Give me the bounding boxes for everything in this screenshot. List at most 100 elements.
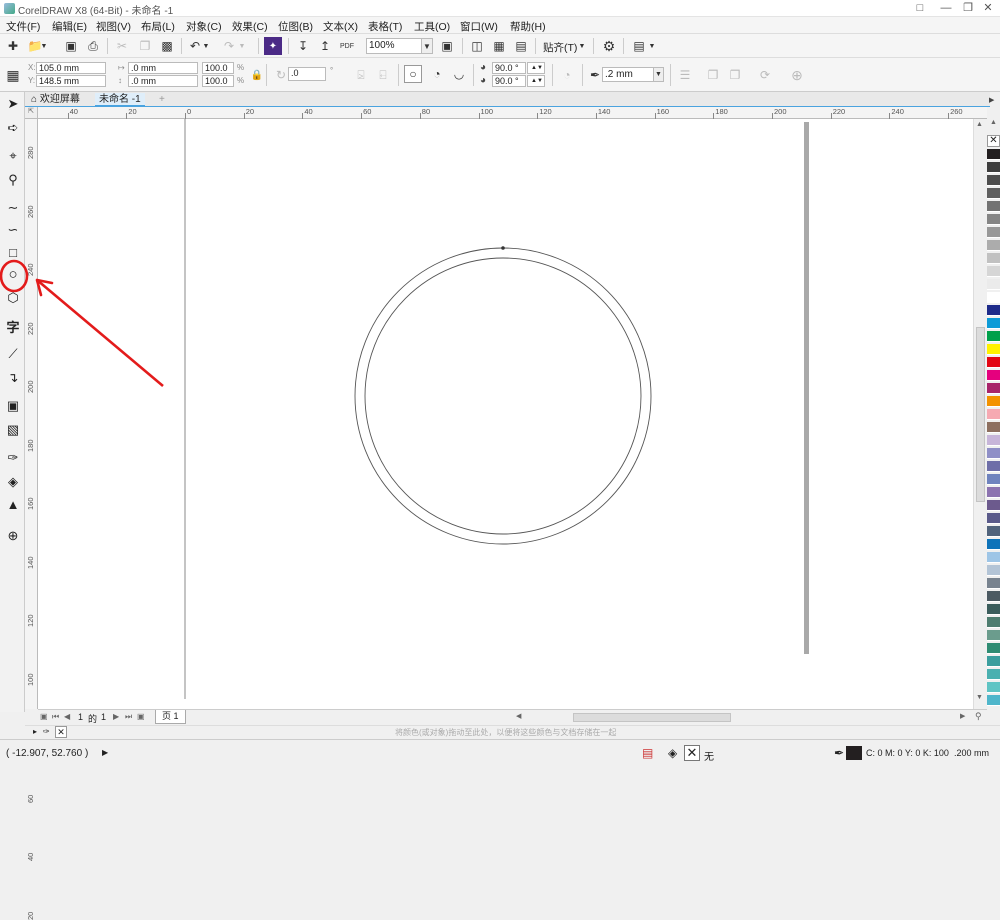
palette-scroll-up-icon[interactable]: ▲	[987, 119, 1000, 129]
palette-swatch[interactable]	[987, 318, 1000, 329]
color-proofing-icon[interactable]: ▤	[642, 746, 653, 760]
palette-swatch[interactable]	[987, 188, 1000, 199]
save-icon[interactable]: ▣	[62, 37, 80, 55]
change-direction-icon[interactable]: ◔	[558, 66, 576, 84]
publish-pdf-icon[interactable]: PDF	[338, 37, 356, 55]
show-rulers-icon[interactable]: ◫	[468, 37, 486, 55]
palette-swatch[interactable]	[987, 227, 1000, 238]
add-property-icon[interactable]: ⊕	[788, 66, 806, 84]
scale-x-field[interactable]: 100.0	[202, 62, 234, 74]
first-page-icon[interactable]: ⏮	[52, 712, 59, 722]
launcher-dropdown-icon[interactable]: ▼	[648, 37, 656, 55]
snap-to-button[interactable]: 贴齐(T)	[543, 40, 577, 55]
drawing-canvas[interactable]	[38, 119, 987, 709]
menu-layout[interactable]: 布局(L)	[141, 19, 175, 34]
options-gear-icon[interactable]: ⚙	[600, 37, 618, 55]
smart-fill-tool-icon[interactable]: ▲	[3, 494, 23, 514]
horizontal-ruler[interactable]: 40 20 0 20 40 60 80 100 120 140 160 180 200 220 240 260	[38, 107, 987, 119]
palette-swatch[interactable]	[987, 461, 1000, 472]
copy-icon[interactable]: ❐	[136, 37, 154, 55]
undo-dropdown-icon[interactable]: ▼	[202, 37, 210, 55]
menu-tools[interactable]: 工具(O)	[414, 19, 450, 34]
menu-window[interactable]: 窗口(W)	[460, 19, 498, 34]
object-height-field[interactable]: .0 mm	[128, 75, 198, 87]
scale-y-field[interactable]: 100.0	[202, 75, 234, 87]
palette-swatch[interactable]	[987, 591, 1000, 602]
fill-none-swatch[interactable]: ✕	[684, 745, 700, 761]
palette-swatch[interactable]	[987, 526, 1000, 537]
text-wrap-icon[interactable]: ☰	[676, 66, 694, 84]
next-page-icon[interactable]: ▶	[113, 712, 119, 721]
zoom-dropdown-icon[interactable]: ▼	[421, 38, 433, 54]
ruler-origin[interactable]: ⇱	[25, 107, 38, 119]
show-grid-icon[interactable]: ▦	[490, 37, 508, 55]
palette-swatch[interactable]	[987, 604, 1000, 615]
print-icon[interactable]: ⎙	[84, 37, 102, 55]
redo-icon[interactable]: ↷	[220, 37, 238, 55]
inner-circle[interactable]	[364, 257, 642, 535]
export-icon[interactable]: ↥	[316, 37, 334, 55]
maximize-button[interactable]: ❐	[958, 1, 978, 15]
palette-swatch[interactable]	[987, 162, 1000, 173]
palette-swatch[interactable]	[987, 448, 1000, 459]
shape-tool-icon[interactable]: ➪	[3, 118, 23, 138]
zoom-navigator-icon[interactable]: ⚲	[975, 711, 982, 722]
palette-swatch[interactable]	[987, 175, 1000, 186]
palette-swatch[interactable]	[987, 487, 1000, 498]
minimize-button[interactable]: —	[936, 1, 956, 15]
tab-welcome-screen[interactable]: ⌂ 欢迎屏幕	[27, 93, 84, 107]
zoom-tool-icon[interactable]: ⚲	[3, 170, 23, 190]
palette-swatch[interactable]	[987, 396, 1000, 407]
palette-swatch[interactable]	[987, 383, 1000, 394]
to-front-icon[interactable]: ❐	[704, 66, 722, 84]
add-page-before-icon[interactable]: ▣	[40, 712, 48, 721]
transparency-tool-icon[interactable]: ▧	[3, 420, 23, 440]
palette-swatch[interactable]	[987, 669, 1000, 680]
page-tab[interactable]: 页 1	[155, 710, 186, 724]
customize-toolbox-icon[interactable]: ⊕	[3, 526, 23, 546]
scroll-left-icon[interactable]: ◀	[516, 712, 521, 720]
pick-tool-icon[interactable]: ➤	[3, 94, 23, 114]
object-width-field[interactable]: .0 mm	[128, 62, 198, 74]
palette-swatch[interactable]	[987, 305, 1000, 316]
account-icon[interactable]: □	[910, 1, 930, 15]
close-button[interactable]: ✕	[978, 1, 998, 15]
vertical-scrollbar[interactable]: ▲ ▼	[973, 119, 987, 709]
menu-object[interactable]: 对象(C)	[186, 19, 222, 34]
menu-bitmaps[interactable]: 位图(B)	[278, 19, 313, 34]
ellipse-mode-icon[interactable]: ○	[404, 65, 422, 83]
palette-swatch[interactable]	[987, 357, 1000, 368]
end-angle-field[interactable]: 90.0 °	[492, 75, 526, 87]
palette-swatch[interactable]	[987, 578, 1000, 589]
mirror-horizontal-icon[interactable]: ⍄	[352, 66, 370, 84]
object-x-field[interactable]: 105.0 mm	[36, 62, 106, 74]
search-content-icon[interactable]: ✦	[264, 37, 282, 55]
tab-document[interactable]: 未命名 -1	[95, 93, 145, 107]
end-angle-spinner[interactable]: ▲▼	[527, 75, 545, 87]
scroll-down-icon[interactable]: ▼	[976, 694, 983, 701]
new-tab-icon[interactable]: +	[155, 93, 169, 107]
document-no-color-swatch[interactable]: ✕	[55, 726, 67, 738]
horizontal-scroll-thumb[interactable]	[573, 713, 731, 722]
reference-point-icon[interactable]: ▦	[4, 66, 22, 84]
palette-swatch[interactable]	[987, 500, 1000, 511]
to-back-icon[interactable]: ❐	[726, 66, 744, 84]
palette-swatch[interactable]	[987, 331, 1000, 342]
palette-swatch[interactable]	[987, 513, 1000, 524]
palette-swatch[interactable]	[987, 643, 1000, 654]
color-eyedropper-tool-icon[interactable]: ✑	[3, 448, 23, 468]
palette-swatch[interactable]	[987, 565, 1000, 576]
eyedropper-icon[interactable]: ✑	[43, 727, 50, 736]
palette-swatch[interactable]	[987, 617, 1000, 628]
pie-mode-icon[interactable]: ◔	[428, 65, 446, 83]
vertical-scroll-thumb[interactable]	[976, 327, 985, 502]
palette-swatch[interactable]	[987, 474, 1000, 485]
full-screen-icon[interactable]: ▣	[438, 37, 456, 55]
palette-swatch[interactable]	[987, 240, 1000, 251]
palette-swatch[interactable]	[987, 422, 1000, 433]
palette-swatch[interactable]	[987, 214, 1000, 225]
palette-swatch[interactable]	[987, 279, 1000, 290]
menu-text[interactable]: 文本(X)	[323, 19, 358, 34]
arc-mode-icon[interactable]: ◡	[450, 65, 468, 83]
artistic-media-tool-icon[interactable]: ∽	[3, 220, 23, 240]
